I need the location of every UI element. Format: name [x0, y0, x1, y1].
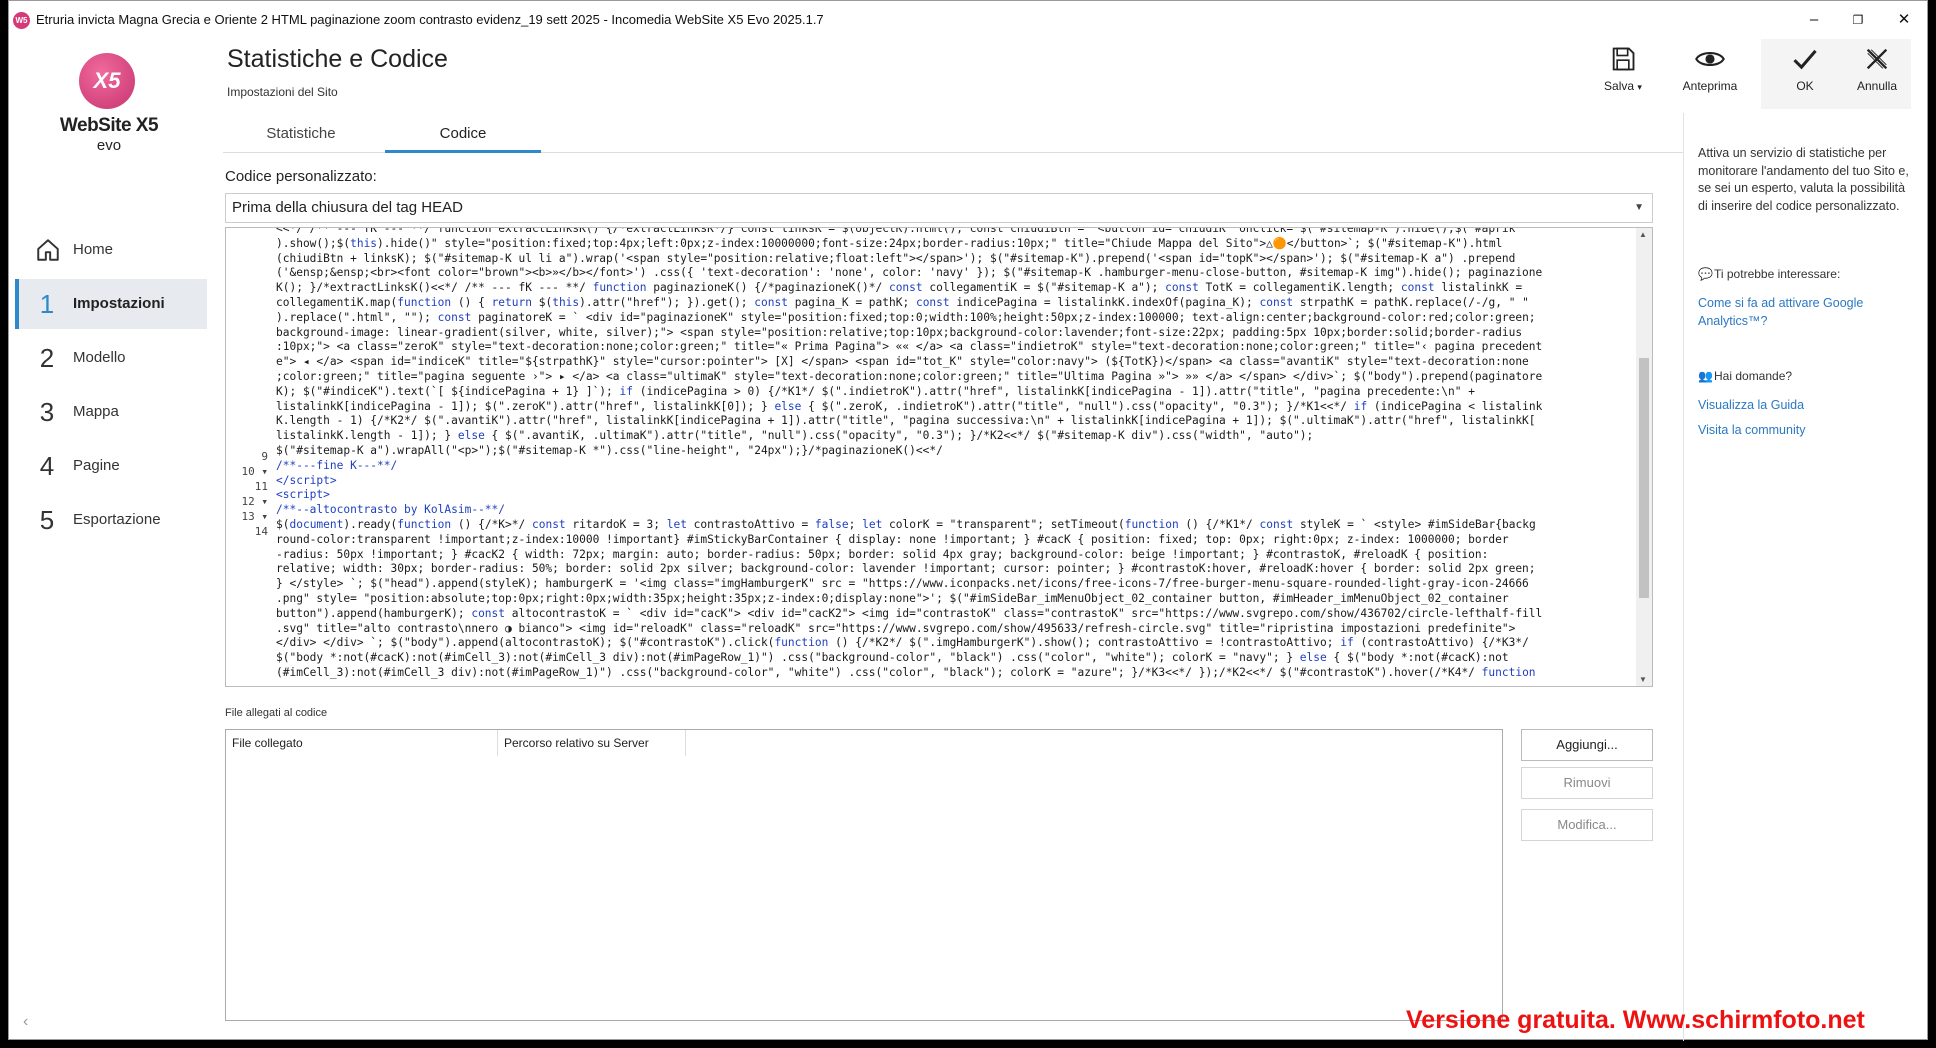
column-header-path[interactable]: Percorso relativo su Server [498, 730, 686, 756]
preview-label: Anteprima [1682, 79, 1738, 93]
checkmark-icon [1793, 49, 1817, 70]
page-subtitle: Impostazioni del Sito [227, 85, 338, 99]
nav-item-home[interactable]: Home [15, 225, 207, 275]
custom-code-label: Codice personalizzato: [225, 168, 377, 185]
scrollbar-thumb[interactable] [1639, 358, 1649, 598]
tab-codice[interactable]: Codice [385, 113, 541, 153]
nav-number: 4 [39, 451, 55, 481]
code-scrollbar[interactable]: ▲ ▼ [1636, 228, 1652, 686]
nav-number: 3 [39, 397, 55, 427]
floppy-disk-icon [1612, 47, 1635, 71]
guide-link[interactable]: Visualizza la Guida [1698, 397, 1918, 415]
add-file-button[interactable]: Aggiungi... [1521, 729, 1653, 761]
tab-bar: Statistiche Codice [223, 113, 1683, 153]
logo-name: WebSite X5 [59, 115, 159, 136]
chevron-down-icon: ▼ [1634, 202, 1644, 213]
questions-heading: 👥Hai domande? [1698, 369, 1793, 383]
column-header-file[interactable]: File collegato [226, 730, 498, 756]
ok-button[interactable]: OK [1777, 45, 1833, 93]
minimize-button[interactable]: – [1791, 7, 1837, 33]
nav-number: 2 [39, 343, 55, 373]
google-analytics-link[interactable]: Come si fa ad attivare Google Analytics™… [1698, 295, 1918, 330]
cancel-label: Annulla [1856, 79, 1898, 93]
line-number: 12 ▾ [241, 495, 269, 508]
logo-edition: evo [96, 137, 122, 154]
title-bar: W5 Etruria invicta Magna Grecia e Orient… [9, 1, 1927, 39]
save-label: Salva [1604, 79, 1635, 93]
help-panel: Attiva un servizio di statistiche per mo… [1683, 113, 1929, 1041]
interest-heading: 💬Ti potrebbe interessare: [1698, 267, 1841, 281]
app-icon: W5 [13, 12, 30, 29]
nav-label: Mappa [73, 403, 119, 420]
cancel-x-icon [1866, 48, 1888, 70]
scroll-up-icon[interactable]: ▲ [1639, 230, 1647, 239]
close-button[interactable]: ✕ [1881, 7, 1927, 33]
nav-label: Home [73, 241, 114, 258]
nav-label: Modello [73, 349, 126, 366]
people-icon: 👥 [1698, 369, 1713, 383]
attached-files-table[interactable]: File collegato Percorso relativo su Serv… [225, 729, 1503, 1021]
watermark-text: Versione gratuita. Www.schirmfoto.net [1406, 1006, 1865, 1034]
nav-item-impostazioni[interactable]: 1 Impostazioni [15, 279, 207, 329]
tab-statistiche[interactable]: Statistiche [223, 113, 379, 153]
code-position-select[interactable]: Prima della chiusura del tag HEAD ▼ [225, 193, 1653, 223]
code-text[interactable]: <<*/ /** --- fK --- **/ function extract… [276, 228, 1631, 686]
nav-label: Pagine [73, 457, 120, 474]
logo-icon: X5 [79, 53, 135, 109]
line-number: 9 [261, 450, 268, 463]
line-number: 13 ▾ [241, 510, 269, 523]
nav-item-mappa[interactable]: 3 Mappa [15, 387, 207, 437]
sidebar: X5 WebSite X5 evo Home 1 Impostazioni 2 … [9, 39, 215, 1039]
window-title: Etruria invicta Magna Grecia e Oriente 2… [36, 12, 824, 27]
line-number: 10 ▾ [241, 465, 269, 478]
collapse-sidebar-icon[interactable]: ‹ [23, 1013, 28, 1031]
save-button[interactable]: Salva ▾ [1593, 45, 1653, 93]
remove-file-button[interactable]: Rimuovi [1521, 767, 1653, 799]
save-caret-icon: ▾ [1637, 82, 1642, 92]
ok-label: OK [1796, 79, 1814, 93]
line-number: 14 [254, 525, 268, 538]
line-number-gutter: 9 10 ▾ 11 12 ▾ 13 ▾ 14 [226, 228, 272, 686]
scroll-down-icon[interactable]: ▼ [1639, 675, 1647, 684]
cancel-button[interactable]: Annulla [1849, 45, 1905, 93]
nav-label: Impostazioni [73, 295, 165, 312]
community-link[interactable]: Visita la community [1698, 422, 1918, 440]
nav-label: Esportazione [73, 511, 161, 528]
edit-file-button[interactable]: Modifica... [1521, 809, 1653, 841]
nav-number: 5 [39, 505, 55, 535]
code-editor[interactable]: 9 10 ▾ 11 12 ▾ 13 ▾ 14 <<*/ /** --- fK -… [225, 227, 1653, 687]
nav-item-esportazione[interactable]: 5 Esportazione [15, 495, 207, 545]
lightbulb-icon: 💬 [1698, 267, 1713, 281]
preview-button[interactable]: Anteprima [1673, 45, 1747, 93]
help-description: Attiva un servizio di statistiche per mo… [1698, 146, 1909, 213]
nav-item-pagine[interactable]: 4 Pagine [15, 441, 207, 491]
page-title: Statistiche e Codice [227, 45, 448, 73]
eye-icon [1695, 51, 1725, 67]
code-position-value: Prima della chiusura del tag HEAD [232, 199, 463, 216]
nav-number: 1 [39, 289, 55, 319]
app-window: W5 Etruria invicta Magna Grecia e Orient… [8, 0, 1929, 1041]
attached-files-label: File allegati al codice [225, 707, 328, 719]
maximize-button[interactable]: ❐ [1835, 7, 1881, 33]
nav-item-modello[interactable]: 2 Modello [15, 333, 207, 383]
home-icon [37, 239, 59, 261]
line-number: 11 [254, 480, 268, 493]
